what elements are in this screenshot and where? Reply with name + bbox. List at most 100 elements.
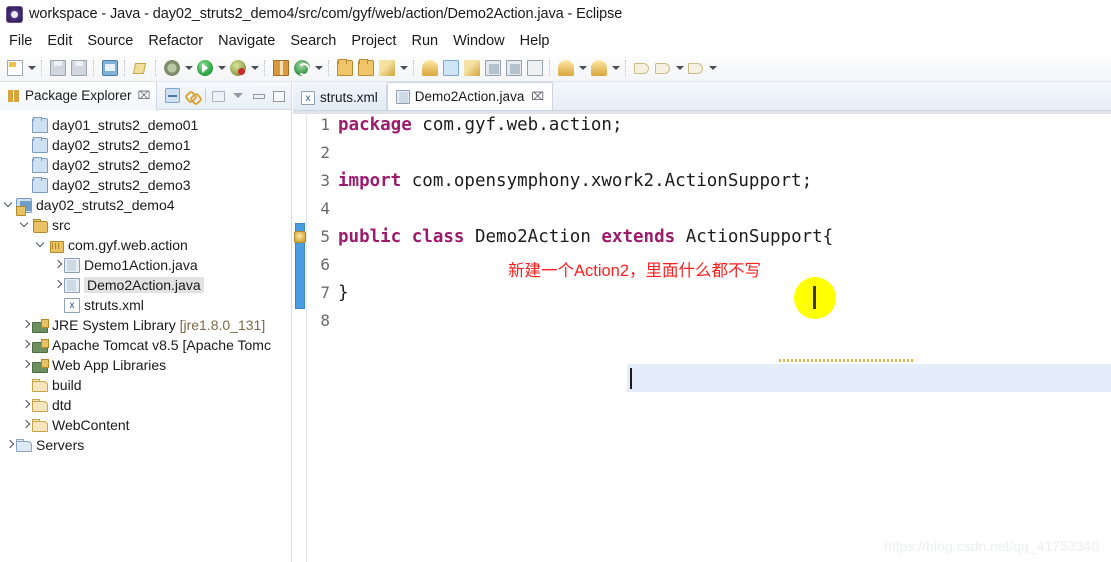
menu-source[interactable]: Source: [87, 33, 141, 49]
link-with-editor-icon[interactable]: [185, 88, 200, 103]
tree-item[interactable]: WebContent: [0, 415, 292, 435]
chevron-right-icon[interactable]: [18, 316, 32, 334]
maximize-icon[interactable]: [271, 88, 286, 103]
tree-item[interactable]: day02_struts2_demo1: [0, 135, 292, 155]
chevron-right-icon[interactable]: [2, 436, 16, 454]
chevron-right-icon[interactable]: [18, 416, 32, 434]
menu-navigate[interactable]: Navigate: [218, 33, 283, 49]
chevron-right-icon[interactable]: [50, 256, 64, 274]
chevron-down-icon[interactable]: [34, 236, 48, 254]
next-annotation-dropdown-icon[interactable]: [610, 58, 621, 78]
debug-icon[interactable]: [162, 58, 182, 78]
menu-help[interactable]: Help: [520, 33, 558, 49]
previous-annotation-dropdown-icon[interactable]: [577, 58, 588, 78]
chevron-right-icon[interactable]: [50, 276, 64, 294]
chevron-right-icon[interactable]: [18, 336, 32, 354]
code-line[interactable]: [334, 195, 1111, 223]
tree-item[interactable]: Demo1Action.java: [0, 255, 292, 275]
code-line[interactable]: [334, 139, 1111, 167]
view-menu-icon[interactable]: [231, 88, 246, 103]
history-dropdown-icon[interactable]: [707, 58, 718, 78]
menu-window[interactable]: Window: [453, 33, 513, 49]
view-menu-package-icon[interactable]: [211, 88, 226, 103]
open-type-icon[interactable]: [335, 58, 355, 78]
previous-annotation-icon[interactable]: [556, 58, 576, 78]
print-icon[interactable]: [100, 58, 120, 78]
menu-refactor[interactable]: Refactor: [148, 33, 211, 49]
run-dropdown-icon[interactable]: [216, 58, 227, 78]
save-icon[interactable]: [48, 58, 68, 78]
tree-item[interactable]: com.gyf.web.action: [0, 235, 292, 255]
link-icon[interactable]: [462, 58, 482, 78]
menu-project[interactable]: Project: [351, 33, 404, 49]
forward-dropdown-icon[interactable]: [674, 58, 685, 78]
editor-panel: x struts.xml Demo2Action.java ⌧ 1 2 3 4 5 6 7 8…: [293, 82, 1111, 562]
tree-item[interactable]: Apache Tomcat v8.5 [Apache Tomc: [0, 335, 292, 355]
code-line[interactable]: package com.gyf.web.action;: [334, 111, 1111, 139]
run-icon[interactable]: [195, 58, 215, 78]
debug-dropdown-icon[interactable]: [183, 58, 194, 78]
tree-item[interactable]: day02_struts2_demo4: [0, 195, 292, 216]
tree-item[interactable]: day02_struts2_demo3: [0, 175, 292, 195]
tree-item[interactable]: day01_struts2_demo01: [0, 115, 292, 135]
close-icon[interactable]: ⌧: [531, 90, 544, 103]
new-package-icon[interactable]: [271, 58, 291, 78]
code-line[interactable]: import com.opensymphony.xwork2.ActionSup…: [334, 167, 1111, 195]
highlight-icon[interactable]: [441, 58, 461, 78]
new-document-icon[interactable]: [5, 58, 25, 78]
window-title: workspace - Java - day02_struts2_demo4/s…: [29, 6, 623, 22]
warning-marker-icon[interactable]: [294, 231, 306, 243]
tab-demo2action-java[interactable]: Demo2Action.java ⌧: [386, 82, 554, 110]
menu-search[interactable]: Search: [290, 33, 344, 49]
menu-file[interactable]: File: [9, 33, 40, 49]
new-class-icon[interactable]: [292, 58, 312, 78]
build-icon[interactable]: [131, 58, 151, 78]
marker-icon[interactable]: [483, 58, 503, 78]
close-icon[interactable]: ⌧: [138, 89, 151, 102]
code-line[interactable]: [334, 307, 1111, 335]
new-class-dropdown-icon[interactable]: [313, 58, 324, 78]
annotation-icon[interactable]: [504, 58, 524, 78]
server-icon[interactable]: [420, 58, 440, 78]
code-content[interactable]: package com.gyf.web.action; import com.op…: [334, 111, 1111, 562]
tree-item[interactable]: day02_struts2_demo2: [0, 155, 292, 175]
open-task-icon[interactable]: [356, 58, 376, 78]
code-line[interactable]: public class Demo2Action extends ActionS…: [334, 223, 1111, 251]
menu-run[interactable]: Run: [411, 33, 446, 49]
tree-item[interactable]: x struts.xml: [0, 295, 292, 315]
quick-fix-icon[interactable]: [377, 58, 397, 78]
code-editor[interactable]: 1 2 3 4 5 6 7 8 package com.gyf.web.action; impo…: [293, 111, 1111, 562]
annotation-ruler[interactable]: [293, 111, 307, 562]
tree-item[interactable]: Web App Libraries: [0, 355, 292, 375]
chevron-right-icon[interactable]: [18, 396, 32, 414]
chevron-down-icon[interactable]: [18, 216, 32, 234]
tree-item[interactable]: Servers: [0, 435, 292, 455]
step-icon[interactable]: [525, 58, 545, 78]
chevron-right-icon[interactable]: [18, 356, 32, 374]
next-annotation-icon[interactable]: [589, 58, 609, 78]
run-external-tools-icon[interactable]: [228, 58, 248, 78]
toolbar-separator: [205, 88, 206, 103]
tree-item[interactable]: src: [0, 215, 292, 235]
tree-item-label: build: [52, 377, 82, 393]
quick-fix-dropdown-icon[interactable]: [398, 58, 409, 78]
tree-item[interactable]: build: [0, 375, 292, 395]
chevron-down-icon[interactable]: [2, 196, 16, 214]
new-document-dropdown-icon[interactable]: [26, 58, 37, 78]
save-all-icon[interactable]: [69, 58, 89, 78]
tab-package-explorer[interactable]: Package Explorer ⌧: [0, 81, 158, 110]
tab-struts-xml[interactable]: x struts.xml: [293, 85, 387, 110]
tree-item-qualifier: [jre1.8.0_131]: [179, 317, 266, 333]
panel-divider[interactable]: [291, 82, 292, 562]
history-icon[interactable]: [686, 58, 706, 78]
back-icon[interactable]: [632, 58, 652, 78]
forward-icon[interactable]: [653, 58, 673, 78]
tree-item[interactable]: JRE System Library [jre1.8.0_131]: [0, 315, 292, 335]
minimize-icon[interactable]: [251, 88, 266, 103]
collapse-all-icon[interactable]: [165, 88, 180, 103]
menu-edit[interactable]: Edit: [47, 33, 80, 49]
external-tools-dropdown-icon[interactable]: [249, 58, 260, 78]
tree-item[interactable]: dtd: [0, 395, 292, 415]
code-line[interactable]: }: [334, 279, 1111, 307]
tree-item[interactable]: Demo2Action.java: [0, 275, 292, 295]
